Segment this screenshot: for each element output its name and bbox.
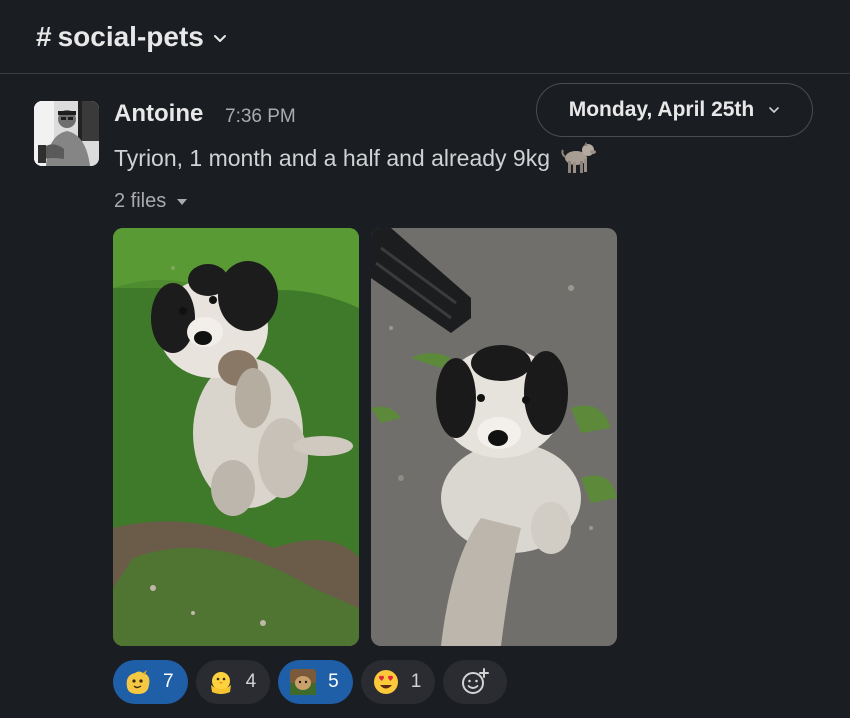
reaction-count: 7 [163, 671, 174, 692]
heart-eyes-emoji-icon [373, 670, 398, 694]
dog-photo-emoji-icon [290, 669, 317, 695]
files-label: 2 files [114, 190, 167, 212]
caret-down-icon [177, 198, 188, 205]
add-emoji-icon [462, 668, 490, 694]
reaction-count: 5 [328, 671, 339, 692]
files-toggle[interactable]: 2 files [114, 190, 188, 213]
reaction-pill[interactable]: 5 [278, 660, 353, 704]
hatching-chick-emoji-icon [210, 672, 231, 694]
reaction-count: 1 [410, 671, 422, 692]
chevron-down-icon [213, 34, 226, 42]
reaction-count: 4 [245, 671, 257, 692]
puppy-grass-photo [113, 228, 359, 646]
channel-header: # social-pets [0, 0, 850, 74]
message-body: Tyrion, 1 month and a half and already 9… [114, 141, 597, 175]
channel-name: social-pets [57, 20, 204, 52]
puppy-gravel-photo [371, 228, 617, 646]
yellow-blob-emoji-icon [126, 670, 150, 694]
avatar[interactable] [34, 101, 99, 166]
reaction-pill[interactable]: 4 [195, 660, 271, 704]
chevron-down-icon [769, 107, 780, 114]
add-reaction-button[interactable] [443, 660, 508, 704]
channel-name-button[interactable]: # social-pets [36, 21, 228, 53]
dog-icon [561, 142, 597, 173]
channel-hash: # [36, 20, 52, 52]
reaction-pill[interactable]: 7 [113, 660, 188, 704]
date-label: Monday, April 25th [568, 98, 755, 121]
reaction-pill[interactable]: 1 [360, 660, 436, 704]
avatar-image [34, 101, 99, 166]
image-attachment-1[interactable] [113, 228, 359, 646]
message-timestamp[interactable]: 7:36 PM [225, 106, 296, 128]
reactions-bar: 7 4 5 1 [113, 660, 508, 704]
message-author[interactable]: Antoine [114, 100, 203, 128]
message-text: Tyrion, 1 month and a half and already 9… [114, 144, 551, 171]
date-divider-button[interactable]: Monday, April 25th [536, 83, 813, 137]
image-attachment-2[interactable] [371, 228, 617, 646]
